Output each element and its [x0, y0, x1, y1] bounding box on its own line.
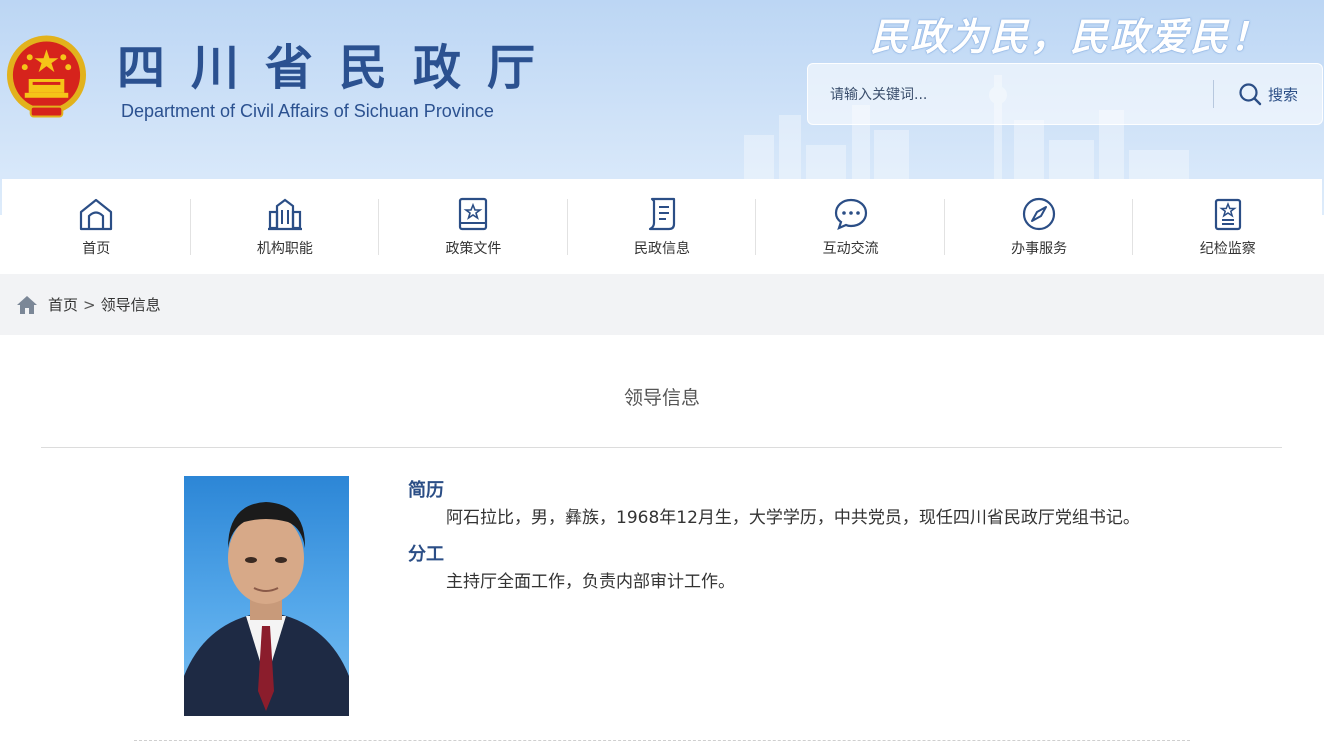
nav-label-organization: 机构职能 [256, 241, 313, 257]
nav-label-services: 办事服务 [1011, 241, 1068, 257]
national-emblem-logo [6, 35, 87, 118]
building-icon [267, 198, 302, 231]
page-title: 领导信息 [623, 387, 700, 409]
chat-icon [834, 198, 867, 230]
breadcrumb-separator: > [83, 295, 96, 314]
nav-label-info: 民政信息 [634, 241, 691, 257]
nav-label-inspection: 纪检监察 [1199, 241, 1256, 257]
header-slogan: 民政为民，民政爱民！ [870, 14, 1271, 59]
search-box: 搜索 [807, 63, 1323, 125]
site-title-english: Department of Civil Affairs of Sichuan P… [121, 101, 494, 121]
search-icon [1239, 83, 1262, 106]
nav-label-interaction: 互动交流 [822, 241, 879, 257]
breadcrumb-home-link[interactable]: 首页 [48, 294, 78, 315]
compass-icon [1023, 197, 1056, 231]
content-bottom-divider [134, 740, 1190, 741]
main-nav: 首页 机构职能 政策文件 民政信息 互动交流 办事服务 纪检监察 [2, 179, 1322, 274]
leader-photo [184, 476, 349, 716]
home-icon [17, 295, 37, 314]
site-title-chinese: 四川省民政厅 [117, 40, 562, 96]
resume-heading: 简历 [408, 480, 444, 501]
breadcrumb-bar: 首页 > 领导信息 [0, 274, 1324, 335]
nav-item-services[interactable]: 办事服务 [945, 179, 1134, 274]
document-icon [648, 197, 676, 231]
breadcrumb-current: 领导信息 [100, 296, 161, 314]
resume-text: 阿石拉比，男，彝族，1968年12月生，大学学历，中共党员，现任四川省民政厅党组… [446, 508, 1140, 528]
nav-label-home: 首页 [82, 241, 111, 257]
breadcrumb: 首页 > 领导信息 [16, 274, 161, 335]
nav-item-policy[interactable]: 政策文件 [379, 179, 568, 274]
duty-text: 主持厅全面工作，负责内部审计工作。 [446, 572, 735, 592]
home-icon [80, 198, 113, 231]
leader-info: 简历 阿石拉比，男，彝族，1968年12月生，大学学历，中共党员，现任四川省民政… [408, 478, 1168, 606]
nav-item-inspection[interactable]: 纪检监察 [1133, 179, 1322, 274]
nav-label-policy: 政策文件 [445, 241, 502, 257]
duty-heading: 分工 [408, 544, 444, 565]
inspection-badge-icon [1214, 198, 1241, 231]
leader-portrait-illustration [184, 502, 349, 716]
nav-item-interaction[interactable]: 互动交流 [756, 179, 945, 274]
search-button-label: 搜索 [1267, 85, 1298, 104]
search-input[interactable] [828, 78, 1202, 112]
nav-item-organization[interactable]: 机构职能 [191, 179, 380, 274]
policy-book-icon [459, 197, 488, 231]
search-button[interactable]: 搜索 [1218, 76, 1318, 112]
nav-item-home[interactable]: 首页 [2, 179, 191, 274]
search-divider [1213, 80, 1214, 108]
title-divider [41, 447, 1282, 448]
nav-item-info[interactable]: 民政信息 [568, 179, 757, 274]
